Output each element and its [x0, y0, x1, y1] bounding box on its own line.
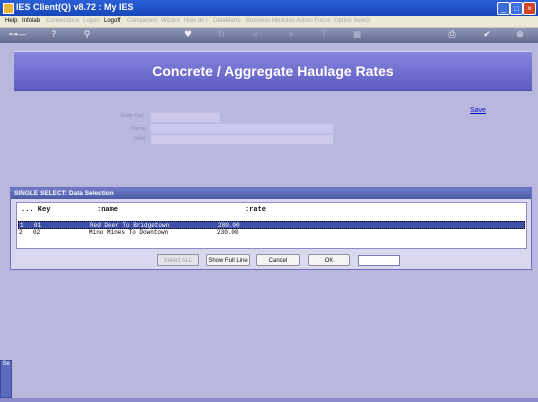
menu-infolab[interactable]: Infolab	[22, 16, 40, 27]
side-tab-label: Se	[2, 361, 10, 367]
row-rate: 230.00	[217, 229, 239, 236]
menu-logoff[interactable]: Logoff	[104, 16, 121, 27]
close-icon[interactable]: ⊗	[514, 29, 526, 42]
row-number: 2	[19, 229, 23, 236]
row-name: Mino Mines To Downtown	[89, 229, 169, 236]
menu-option-select[interactable]: Option Select	[334, 16, 370, 27]
stop-icon[interactable]: ■	[351, 29, 363, 42]
rewind-icon[interactable]: «	[249, 29, 261, 42]
column-header-rate: :rate	[245, 206, 267, 214]
rate-key-field[interactable]	[150, 112, 220, 123]
print-icon[interactable]: ⎙	[446, 29, 458, 42]
search-icon[interactable]: ⚲	[81, 29, 93, 42]
close-window-icon[interactable]: ×	[523, 2, 536, 15]
column-header-key: ... Key	[21, 206, 51, 214]
menu-connections[interactable]: Connections	[46, 16, 79, 27]
rate-field[interactable]	[150, 134, 334, 145]
heart-icon[interactable]: ♥	[182, 29, 194, 42]
row-key: 02	[33, 229, 41, 236]
status-bar	[0, 398, 538, 402]
table-row[interactable]: 2 02 Mino Mines To Downtown 230.00	[18, 229, 525, 237]
refresh-icon[interactable]: ↻	[215, 29, 227, 42]
name-label: Name	[131, 126, 146, 132]
search-input[interactable]	[358, 255, 400, 266]
menu-bar: Help Infolab Connections Logon Logoff Co…	[0, 16, 538, 28]
menu-companion[interactable]: Companion	[127, 16, 158, 27]
menu-datamarts[interactable]: DataMarts	[213, 16, 241, 27]
save-icon[interactable]: ⊤	[318, 29, 330, 42]
fast-forward-icon[interactable]: »	[285, 29, 297, 42]
side-tab[interactable]: Se	[0, 360, 12, 398]
window-title: IES Client(Q) v8.72 : My IES	[16, 2, 134, 12]
menu-how-do-i[interactable]: How do I	[184, 16, 208, 27]
table-row[interactable]: 1 01 Red Deer To Bridgetown 280.00	[18, 221, 525, 229]
dialog-title: SINGLE SELECT: Data Selection	[11, 188, 531, 199]
title-bar: IES Client(Q) v8.72 : My IES _ □ ×	[0, 0, 538, 16]
check-icon[interactable]: ✔	[481, 29, 493, 42]
ok-button[interactable]: OK	[308, 254, 350, 266]
app-icon	[3, 3, 14, 14]
menu-business-modules[interactable]: Business Modules	[246, 16, 295, 27]
selection-grid[interactable]: ... Key :name :rate 1 01 Red Deer To Bri…	[16, 202, 527, 249]
name-field[interactable]	[150, 123, 334, 134]
key-icon[interactable]: ⊶—	[6, 29, 30, 42]
menu-help[interactable]: Help	[5, 16, 17, 27]
show-full-line-button[interactable]: Show Full Line	[206, 254, 250, 266]
menu-action-focus[interactable]: Action Focus	[296, 16, 331, 27]
menu-wizard[interactable]: Wizard	[161, 16, 180, 27]
page-header: Concrete / Aggregate Haulage Rates	[14, 51, 532, 91]
rate-label: Rate	[134, 136, 146, 142]
save-link[interactable]: Save	[470, 107, 486, 114]
menu-logon[interactable]: Logon	[83, 16, 100, 27]
cancel-button[interactable]: Cancel	[256, 254, 300, 266]
minimize-icon[interactable]: _	[497, 2, 510, 15]
page-title: Concrete / Aggregate Haulage Rates	[152, 63, 394, 79]
column-header-name: :name	[97, 206, 119, 214]
toolbar: ⊶— ? ⚲ ♥ ↻ « » ⊤ ■ ⎙ ✔ ⊗	[0, 28, 538, 43]
select-all-button[interactable]: Select ALL	[157, 254, 199, 266]
help-icon[interactable]: ?	[48, 29, 60, 42]
rate-key-label: Rate Key	[121, 113, 144, 119]
maximize-icon[interactable]: □	[510, 2, 523, 15]
